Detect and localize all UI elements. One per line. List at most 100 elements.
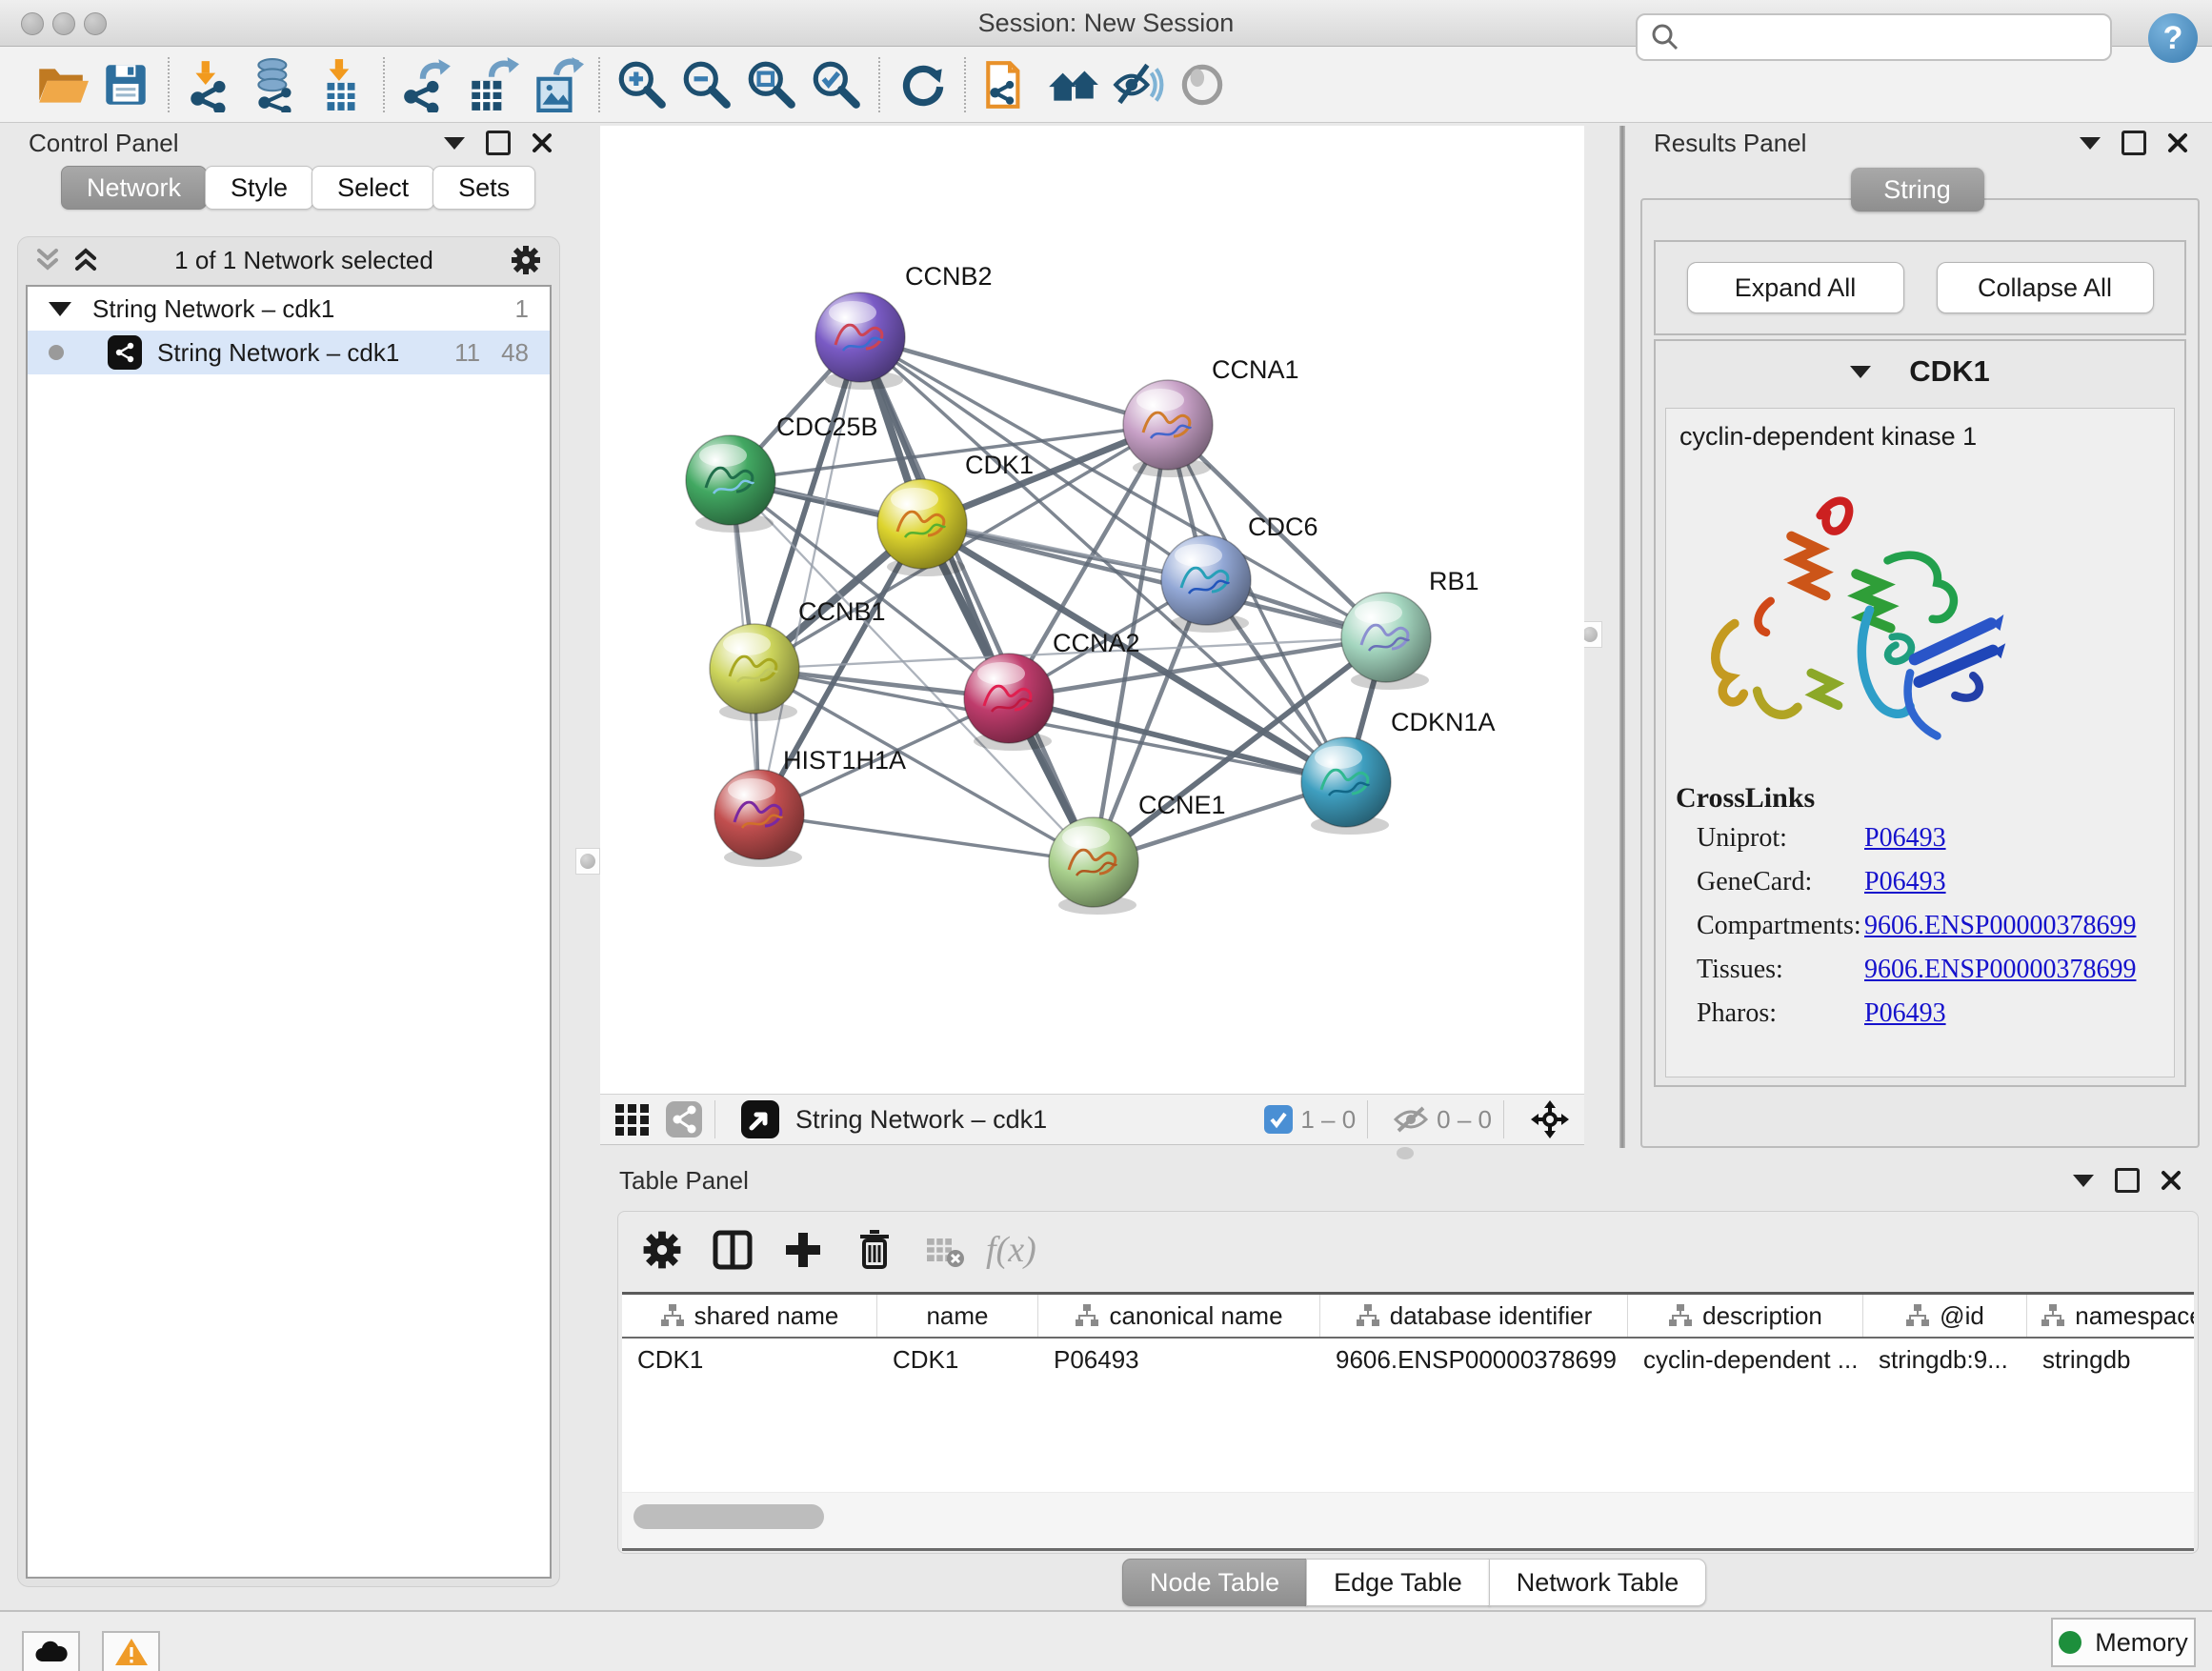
network-edge[interactable] [759,815,1094,862]
network-node-cdkn1a[interactable] [1301,737,1391,835]
network-node-cdc25b[interactable] [686,435,775,533]
table-cell[interactable]: cyclin-dependent ... [1628,1339,1863,1380]
show-all-icon[interactable] [1170,52,1235,117]
warning-status-button[interactable] [102,1631,160,1671]
column-header-label: name [926,1301,988,1331]
column-header[interactable]: database identifier [1320,1295,1628,1337]
crosslink-label: Tissues: [1697,955,1864,985]
expand-collection-icon[interactable] [49,302,71,316]
birds-eye-view-icon[interactable] [740,1099,780,1139]
table-cell[interactable]: CDK1 [877,1339,1038,1380]
delete-column-icon[interactable] [845,1221,902,1278]
crosslink-link[interactable]: P06493 [1864,867,1946,897]
network-node-ccna2[interactable] [964,654,1054,751]
share-view-icon[interactable] [665,1100,703,1138]
network-node-ccna1[interactable] [1123,380,1213,477]
collapse-table-icon[interactable] [2073,1175,2094,1187]
column-header[interactable]: namespace [2027,1295,2194,1337]
zoom-selected-icon[interactable] [804,52,869,117]
float-results-icon[interactable] [2122,131,2146,155]
selected-checkbox-icon[interactable] [1264,1105,1293,1134]
crosslink-link[interactable]: 9606.ENSP00000378699 [1864,911,2136,941]
network-node-cdc6[interactable] [1161,535,1251,633]
collapse-results-icon[interactable] [2080,137,2101,150]
float-panel-icon[interactable] [486,131,511,155]
zoom-in-icon[interactable] [610,52,674,117]
crosslink-link[interactable]: 9606.ENSP00000378699 [1864,955,2136,985]
zoom-out-icon[interactable] [674,52,739,117]
tab-node-table[interactable]: Node Table [1122,1559,1307,1606]
close-results-icon[interactable] [2167,132,2188,153]
table-cell[interactable]: stringdb:9... [1863,1339,2027,1380]
table-cell[interactable]: CDK1 [622,1339,877,1380]
table-hscrollbar[interactable] [622,1493,2194,1551]
crosslink-row: Compartments:9606.ENSP00000378699 [1666,904,2174,948]
table-row[interactable]: CDK1CDK1P064939606.ENSP00000378699cyclin… [622,1339,2194,1380]
table-cell[interactable]: stringdb [2027,1339,2194,1380]
import-network-file-icon[interactable] [179,52,244,117]
tab-string[interactable]: String [1851,168,1984,211]
network-collection-row[interactable]: String Network – cdk1 1 [28,287,550,331]
move-network-icon[interactable] [1529,1098,1571,1140]
network-row-selected[interactable]: String Network – cdk1 11 48 [28,331,550,374]
import-table-icon[interactable] [309,52,373,117]
tab-sets[interactable]: Sets [432,166,535,210]
column-header[interactable]: shared name [622,1295,877,1337]
network-node-ccne1[interactable] [1049,817,1138,915]
open-session-icon[interactable] [29,52,93,117]
table-settings-gear-icon[interactable] [633,1221,691,1278]
tab-style[interactable]: Style [205,166,313,210]
tab-select[interactable]: Select [312,166,434,210]
share-session-icon[interactable] [975,52,1040,117]
collapse-panel-icon[interactable] [444,137,465,150]
network-edge[interactable] [759,337,860,815]
table-cell[interactable]: 9606.ENSP00000378699 [1320,1339,1628,1380]
collapse-all-button[interactable]: Collapse All [1937,262,2154,313]
collapse-all-icon[interactable] [35,247,60,273]
add-column-icon[interactable] [774,1221,832,1278]
expand-all-icon[interactable] [73,247,98,273]
network-node-cdk1[interactable] [877,479,967,576]
table-cell[interactable]: P06493 [1038,1339,1320,1380]
grid-view-icon[interactable] [613,1100,652,1138]
left-splitter-handle[interactable] [575,848,600,875]
home-pages-icon[interactable] [1040,52,1105,117]
tab-network-table[interactable]: Network Table [1489,1559,1707,1606]
show-columns-icon[interactable] [704,1221,761,1278]
crosslink-link[interactable]: P06493 [1864,823,1946,854]
application-window: Session: New Session [0,0,2212,1671]
tab-edge-table[interactable]: Edge Table [1306,1559,1490,1606]
network-options-gear-icon[interactable] [510,244,542,276]
column-header[interactable]: description [1628,1295,1863,1337]
close-panel-icon[interactable] [532,132,553,153]
crosslink-link[interactable]: P06493 [1864,998,1946,1029]
column-header[interactable]: canonical name [1038,1295,1320,1337]
float-table-icon[interactable] [2115,1168,2140,1193]
results-panel-divider[interactable] [1619,126,1625,1148]
save-session-icon[interactable] [93,52,158,117]
network-view-canvas[interactable]: CCNB2CCNA1CDC25BCDK1CDC6RB1CCNB1CCNA2CDK… [600,126,1584,1094]
network-node-hist1h1a[interactable] [714,770,804,867]
search-input[interactable] [1636,13,2112,61]
cloud-status-button[interactable] [22,1631,80,1671]
zoom-fit-icon[interactable] [739,52,804,117]
help-button[interactable]: ? [2148,13,2198,63]
hide-selection-icon[interactable] [1105,52,1170,117]
export-table-icon[interactable] [459,52,524,117]
expand-all-button[interactable]: Expand All [1687,262,1904,313]
memory-button[interactable]: Memory [2051,1618,2196,1667]
network-node-rb1[interactable] [1341,593,1431,690]
export-network-icon[interactable] [394,52,459,117]
refresh-icon[interactable] [890,52,955,117]
collapse-gene-icon[interactable] [1850,366,1871,378]
hscrollbar-thumb[interactable] [633,1504,824,1529]
network-node-ccnb1[interactable] [710,624,799,721]
network-edge[interactable] [860,337,1094,862]
column-header[interactable]: @id [1863,1295,2027,1337]
tab-network[interactable]: Network [61,166,207,210]
close-table-icon[interactable] [2161,1170,2182,1191]
import-network-database-icon[interactable] [244,52,309,117]
node-label: HIST1H1A [783,746,906,775]
export-image-icon[interactable] [524,52,589,117]
column-header[interactable]: name [877,1295,1038,1337]
